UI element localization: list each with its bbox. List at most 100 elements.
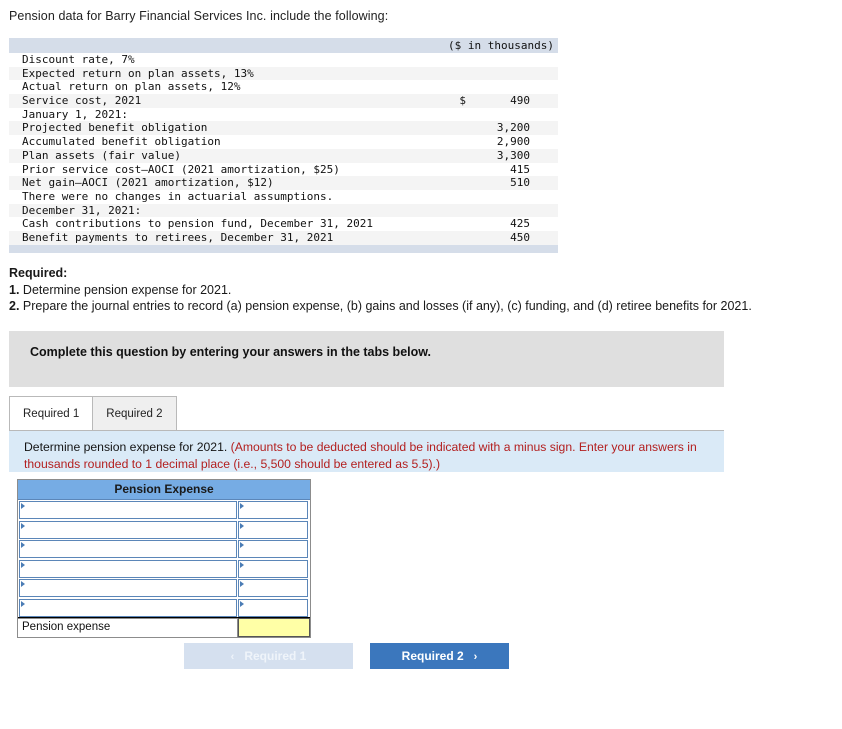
table-row-currency-symbol — [440, 53, 466, 67]
pension-expense-total-row: Pension expense — [18, 617, 310, 637]
dropdown-triangle-icon — [21, 600, 25, 607]
answer-description-cell[interactable] — [19, 501, 237, 519]
pension-expense-grid: Pension Expense Pension expense — [17, 479, 311, 638]
table-row: Expected return on plan assets, 13% — [9, 66, 558, 81]
table-row-currency-symbol — [440, 121, 466, 135]
table-row-value: 2,900 — [496, 135, 530, 149]
answer-description-cell[interactable] — [19, 559, 237, 578]
table-row-label: Cash contributions to pension fund, Dece… — [22, 217, 373, 231]
table-row: Actual return on plan assets, 12% — [9, 80, 558, 95]
table-row-value: 450 — [510, 230, 530, 244]
table-row: Accumulated benefit obligation 2,900 — [9, 135, 558, 149]
required-heading-text: Required: — [9, 266, 68, 280]
requirement-tabs: Required 1 Required 2 — [9, 394, 177, 430]
table-row: Prior service cost–AOCI (2021 amortizati… — [9, 162, 558, 177]
requirement-navigation: ‹ Required 1 Required 2 › — [184, 643, 509, 669]
answer-description-cell[interactable] — [19, 540, 237, 558]
table-row-currency-symbol — [440, 135, 466, 149]
pension-data-table: ($ in thousands) Discount rate, 7% Expect… — [9, 38, 558, 253]
table-row-label: Plan assets (fair value) — [22, 148, 181, 162]
required-item-1-text: Determine pension expense for 2021. — [22, 282, 232, 297]
answer-amount-cell[interactable] — [238, 501, 308, 519]
pension-data-rows: Discount rate, 7% Expected return on plan… — [9, 53, 558, 245]
table-row-label: Prior service cost–AOCI (2021 amortizati… — [22, 162, 340, 176]
complete-question-panel: Complete this question by entering your … — [9, 331, 724, 387]
pension-expense-total-value[interactable] — [238, 618, 310, 637]
tab-2[interactable]: Required 2 — [92, 396, 177, 430]
answer-description-cell[interactable] — [19, 579, 237, 597]
answer-row — [18, 520, 310, 540]
dropdown-triangle-icon — [21, 561, 25, 568]
table-row: January 1, 2021: — [9, 107, 558, 122]
table-row-currency-symbol — [440, 176, 466, 190]
answer-row — [18, 598, 310, 618]
required-heading: Required: — [9, 265, 752, 282]
required-item-1: 1. Determine pension expense for 2021. — [9, 282, 752, 299]
dropdown-triangle-icon — [240, 581, 244, 587]
answer-amount-cell[interactable] — [238, 598, 308, 617]
required-section: Required: 1. Determine pension expense f… — [9, 265, 752, 315]
table-row-value: 415 — [510, 162, 530, 176]
dropdown-triangle-icon — [21, 581, 25, 587]
pension-expense-input-rows — [18, 500, 310, 617]
table-row-currency-symbol — [440, 163, 466, 177]
table-row-value: 425 — [510, 217, 530, 231]
table-row: There were no changes in actuarial assum… — [9, 189, 558, 204]
answer-row — [18, 559, 310, 579]
dropdown-triangle-icon — [21, 503, 25, 509]
table-row-currency-symbol — [440, 190, 466, 204]
table-footer-bar — [9, 244, 558, 253]
next-required-2-label: Required 2 — [401, 649, 464, 663]
answer-description-cell[interactable] — [19, 598, 237, 617]
table-row-label: Discount rate, 7% — [22, 53, 135, 66]
table-row-label: Projected benefit obligation — [22, 121, 208, 135]
table-row: December 31, 2021: — [9, 203, 558, 218]
prev-required-1-button[interactable]: ‹ Required 1 — [184, 643, 353, 669]
tab-1[interactable]: Required 1 — [9, 396, 94, 430]
next-required-2-button[interactable]: Required 2 › — [370, 643, 509, 669]
table-row: Cash contributions to pension fund, Dece… — [9, 217, 558, 231]
required-item-2: 2. Prepare the journal entries to record… — [9, 298, 752, 315]
pension-expense-total-label: Pension expense — [18, 618, 238, 637]
table-row-value — [466, 108, 558, 122]
required-item-1-number: 1. — [9, 282, 20, 297]
table-row-label: There were no changes in actuarial assum… — [22, 189, 334, 203]
pension-expense-grid-header: Pension Expense — [18, 480, 310, 500]
table-row-value — [466, 80, 558, 94]
table-row-currency-symbol — [440, 80, 466, 94]
table-row-value — [466, 67, 558, 81]
table-row-value: 510 — [510, 176, 530, 190]
answer-description-cell[interactable] — [19, 520, 237, 539]
table-row-label: Actual return on plan assets, 12% — [22, 80, 241, 94]
required-item-2-number: 2. — [9, 299, 20, 313]
table-row-label: Accumulated benefit obligation — [22, 135, 221, 149]
answer-amount-cell[interactable] — [238, 520, 308, 539]
required-item-2-text: Prepare the journal entries to record (a… — [22, 299, 752, 313]
dropdown-triangle-icon — [240, 503, 244, 509]
table-row-label: Service cost, 2021 — [22, 94, 142, 108]
table-row-value — [466, 53, 558, 67]
instruction-banner: Determine pension expense for 2021. (Amo… — [9, 430, 724, 472]
answer-amount-cell[interactable] — [238, 559, 308, 578]
table-row-currency-symbol — [440, 149, 466, 163]
chevron-left-icon: ‹ — [230, 651, 235, 663]
table-row-label: Benefit payments to retirees, December 3… — [22, 230, 334, 244]
table-row-label: December 31, 2021: — [22, 203, 142, 217]
complete-question-text: Complete this question by entering your … — [30, 345, 431, 359]
table-row-value: 3,200 — [496, 121, 530, 135]
answer-amount-cell[interactable] — [238, 579, 308, 597]
table-row-label: Expected return on plan assets, 13% — [22, 66, 254, 80]
units-header: ($ in thousands) — [9, 38, 558, 53]
table-row: Plan assets (fair value) 3,300 — [9, 148, 558, 163]
chevron-right-icon: › — [473, 651, 478, 663]
dropdown-triangle-icon — [21, 542, 25, 548]
dropdown-triangle-icon — [240, 561, 244, 568]
table-row-currency-symbol — [440, 204, 466, 218]
table-row-currency-symbol — [440, 108, 466, 122]
table-row-currency-symbol — [440, 217, 466, 231]
dropdown-triangle-icon — [21, 522, 25, 529]
table-row: Service cost, 2021 $490 — [9, 94, 558, 108]
instruction-text: Determine pension expense for 2021. (Amo… — [24, 439, 714, 472]
table-row-currency-symbol — [440, 231, 466, 245]
answer-amount-cell[interactable] — [238, 540, 308, 558]
